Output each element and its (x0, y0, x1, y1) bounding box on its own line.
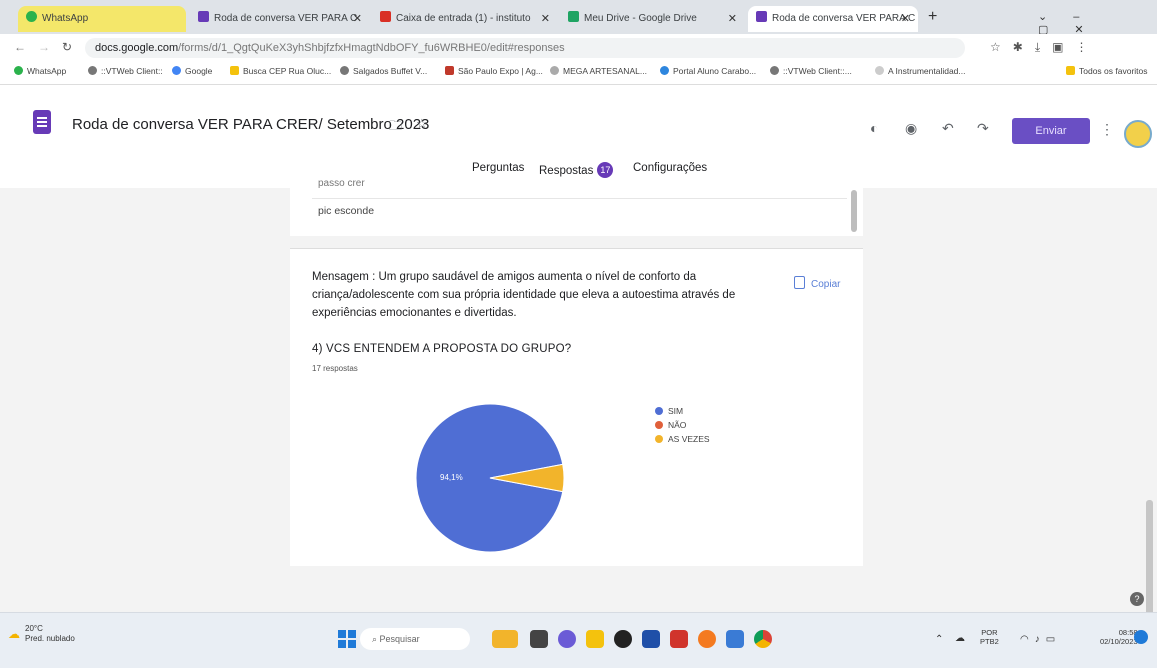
bookmark-item[interactable]: A Instrumentalidad... (875, 66, 966, 76)
bookmark-item[interactable]: São Paulo Expo | Ag... (445, 66, 543, 76)
page-title[interactable]: Roda de conversa VER PARA CRER/ Setembro… (72, 116, 429, 133)
question-title: 4) VCS ENTENDEM A PROPOSTA DO GRUPO? (312, 343, 572, 355)
app-icon[interactable] (726, 630, 744, 648)
responses-scrollbar[interactable] (851, 190, 857, 232)
dell-icon[interactable] (614, 630, 632, 648)
tab-forms-1[interactable]: Roda de conversa VER PARA C ✕ (190, 6, 370, 32)
eye-icon[interactable]: ◉ (905, 120, 917, 137)
response-text: passo crer (318, 178, 365, 189)
google-forms-icon[interactable] (33, 110, 51, 134)
undo-icon[interactable]: ↶ (942, 120, 954, 137)
chat-icon[interactable] (558, 630, 576, 648)
question-description: Mensagem : Um grupo saudável de amigos a… (312, 271, 736, 319)
response-count: 17 respostas (312, 364, 358, 373)
back-icon[interactable]: ← (14, 40, 26, 54)
file-explorer-icon[interactable] (586, 630, 604, 648)
legend-swatch (655, 435, 663, 443)
avatar[interactable] (1124, 120, 1152, 148)
pie-data-label: 94,1% (440, 473, 463, 482)
toolbar-extension-icons[interactable]: ☆✱⤓▣⋮ (990, 40, 1099, 55)
url-host: docs.google.com (95, 42, 179, 54)
language-indicator[interactable]: POR PTB2 (980, 628, 999, 646)
clock[interactable]: 08:58 02/10/2023 (1100, 628, 1138, 646)
bookmark-item[interactable]: Busca CEP Rua Oluc... (230, 66, 331, 76)
onedrive-icon[interactable]: ☁ (955, 633, 965, 644)
help-icon[interactable]: ? (1130, 592, 1144, 606)
previous-question-card (290, 180, 863, 236)
folder-icon[interactable]: 🗀 (389, 117, 402, 139)
bookmark-item[interactable]: ::VTWeb Client:: (88, 66, 163, 76)
bookmark-item[interactable]: MEGA ARTESANAL... (550, 66, 647, 76)
bookmark-item[interactable]: Portal Aluno Carabo... (660, 66, 756, 76)
legend-swatch (655, 421, 663, 429)
url-input[interactable]: docs.google.com/forms/d/1_QgtQuKeX3yhShb… (85, 38, 965, 58)
tab-questions[interactable]: Perguntas (472, 162, 524, 174)
chrome-icon[interactable] (754, 630, 772, 648)
whatsapp-icon (26, 11, 37, 22)
close-icon[interactable]: ✕ (901, 6, 910, 32)
tab-gmail[interactable]: Caixa de entrada (1) - instituto ✕ (372, 6, 558, 32)
palette-icon[interactable]: ◐ (870, 120, 878, 136)
reload-icon[interactable]: ↻ (62, 40, 72, 54)
tray-overflow-icon[interactable]: ⌃ (935, 634, 943, 645)
widgets-icon[interactable] (492, 630, 518, 648)
legend-swatch (655, 407, 663, 415)
legend-item-nao: NÃO (655, 420, 686, 430)
bookmark-item[interactable]: ::VTWeb Client::... (770, 66, 852, 76)
tab-whatsapp[interactable]: WhatsApp (18, 6, 186, 32)
legend-item-as-vezes: AS VEZES (655, 434, 710, 444)
store-icon[interactable] (642, 630, 660, 648)
forward-icon[interactable]: → (38, 40, 50, 54)
copy-button[interactable]: Copiar (794, 276, 840, 290)
mcafee-icon[interactable] (670, 630, 688, 648)
windows-start-icon[interactable] (338, 630, 356, 648)
tab-drive[interactable]: Meu Drive - Google Drive ✕ (560, 6, 745, 32)
weather-widget[interactable]: 20°C Pred. nublado (25, 624, 75, 644)
response-text: pic esconde (318, 205, 375, 217)
tab-responses[interactable]: Respostas 17 (539, 162, 614, 178)
search-icon: ⌕ (372, 634, 380, 644)
gmail-icon (380, 11, 391, 22)
tab-settings[interactable]: Configurações (633, 162, 707, 174)
page-scrollbar[interactable] (1146, 500, 1153, 620)
drive-icon (568, 11, 579, 22)
bookmark-item[interactable]: Salgados Buffet V... (340, 66, 427, 76)
office-icon[interactable] (698, 630, 716, 648)
send-button[interactable]: Enviar (1012, 118, 1090, 144)
network-volume-battery-icons[interactable]: ◠♪▭ (1020, 634, 1061, 645)
legend-item-sim: SIM (655, 406, 683, 416)
forms-icon (198, 11, 209, 22)
notification-icon[interactable] (1134, 630, 1148, 644)
taskbar-search[interactable]: ⌕ Pesquisar (360, 628, 470, 650)
close-icon[interactable]: ✕ (353, 6, 362, 32)
window-controls[interactable]: ⌄–▢✕ (1038, 10, 1157, 36)
responses-count-badge: 17 (597, 162, 614, 178)
pie-chart: 94,1% (415, 403, 565, 553)
forms-icon (756, 11, 767, 22)
url-path: /forms/d/1_QgtQuKeX3yhShbjfzfxHmagtNdbOF… (178, 42, 565, 54)
close-icon[interactable]: ✕ (728, 6, 737, 32)
redo-icon[interactable]: ↷ (977, 120, 989, 137)
bookmark-item[interactable]: WhatsApp (14, 66, 66, 76)
bookmark-item[interactable]: Google (172, 66, 212, 76)
weather-icon: ☁ (8, 627, 20, 641)
bookmark-all-favorites[interactable]: Todos os favoritos (1066, 66, 1148, 76)
tab-forms-active[interactable]: Roda de conversa VER PARA C ✕ (748, 6, 918, 32)
task-view-icon[interactable] (530, 630, 548, 648)
divider (312, 198, 847, 199)
more-options-icon[interactable]: ⋮ (1100, 121, 1114, 138)
copy-icon (794, 276, 805, 289)
close-icon[interactable]: ✕ (541, 6, 550, 32)
new-tab-button[interactable]: + (928, 8, 937, 26)
star-icon[interactable]: ☆ (416, 116, 428, 132)
